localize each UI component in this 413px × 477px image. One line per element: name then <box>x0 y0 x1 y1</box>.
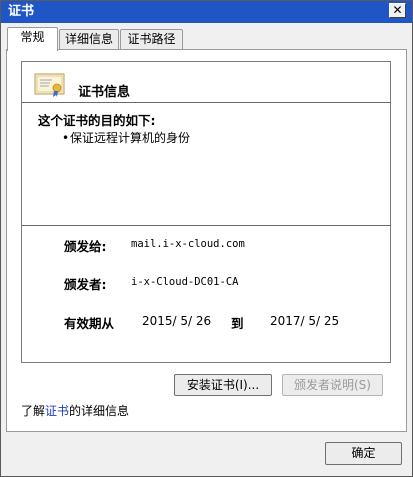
tab-details-label: 详细信息 <box>64 32 113 46</box>
close-icon: ✕ <box>392 3 403 17</box>
purpose-text: 保证远程计算机的身份 <box>70 131 191 145</box>
validity-label: 有效期从 <box>64 316 115 331</box>
valid-to-value: 2017/ 5/ 25 <box>270 314 340 328</box>
certificate-dialog: 证书 ✕ 常规 详细信息 证书路径 证书信息 这个证书的目的如下: •保证远程计… <box>0 0 413 477</box>
bullet-icon: • <box>62 131 70 145</box>
tab-general[interactable]: 常规 <box>7 27 58 51</box>
tab-general-label: 常规 <box>20 30 45 44</box>
purpose-heading: 这个证书的目的如下: <box>38 113 156 128</box>
purpose-item: •保证远程计算机的身份 <box>62 129 190 146</box>
window-title: 证书 <box>8 4 35 19</box>
divider <box>22 225 390 226</box>
title-bar: 证书 ✕ <box>1 1 412 23</box>
issued-to-label: 颁发给: <box>64 239 107 254</box>
validity-to-label: 到 <box>231 316 244 331</box>
tab-cert-path-label: 证书路径 <box>127 32 176 46</box>
install-certificate-button[interactable]: 安装证书(I)... <box>174 374 272 396</box>
certificate-link[interactable]: 证书 <box>45 404 69 418</box>
close-button[interactable]: ✕ <box>389 3 406 18</box>
learn-more-text: 了解证书的详细信息 <box>21 402 129 419</box>
learn-more-suffix: 的详细信息 <box>69 404 130 418</box>
certificate-icon <box>34 73 65 97</box>
learn-more-prefix: 了解 <box>21 404 46 418</box>
issuer-statement-button[interactable]: 颁发者说明(S) <box>282 374 383 396</box>
ok-button[interactable]: 确定 <box>325 442 402 465</box>
certificate-info-box: 证书信息 这个证书的目的如下: •保证远程计算机的身份 颁发给: mail.i-… <box>21 61 391 363</box>
tab-cert-path[interactable]: 证书路径 <box>120 29 183 50</box>
tab-details[interactable]: 详细信息 <box>59 29 119 50</box>
valid-from-value: 2015/ 5/ 26 <box>142 314 212 328</box>
divider <box>22 102 390 103</box>
cert-info-title: 证书信息 <box>78 85 131 100</box>
issued-by-value: i-x-Cloud-DC01-CA <box>131 276 239 288</box>
issued-to-value: mail.i-x-cloud.com <box>131 238 245 250</box>
issued-by-label: 颁发者: <box>64 277 107 292</box>
